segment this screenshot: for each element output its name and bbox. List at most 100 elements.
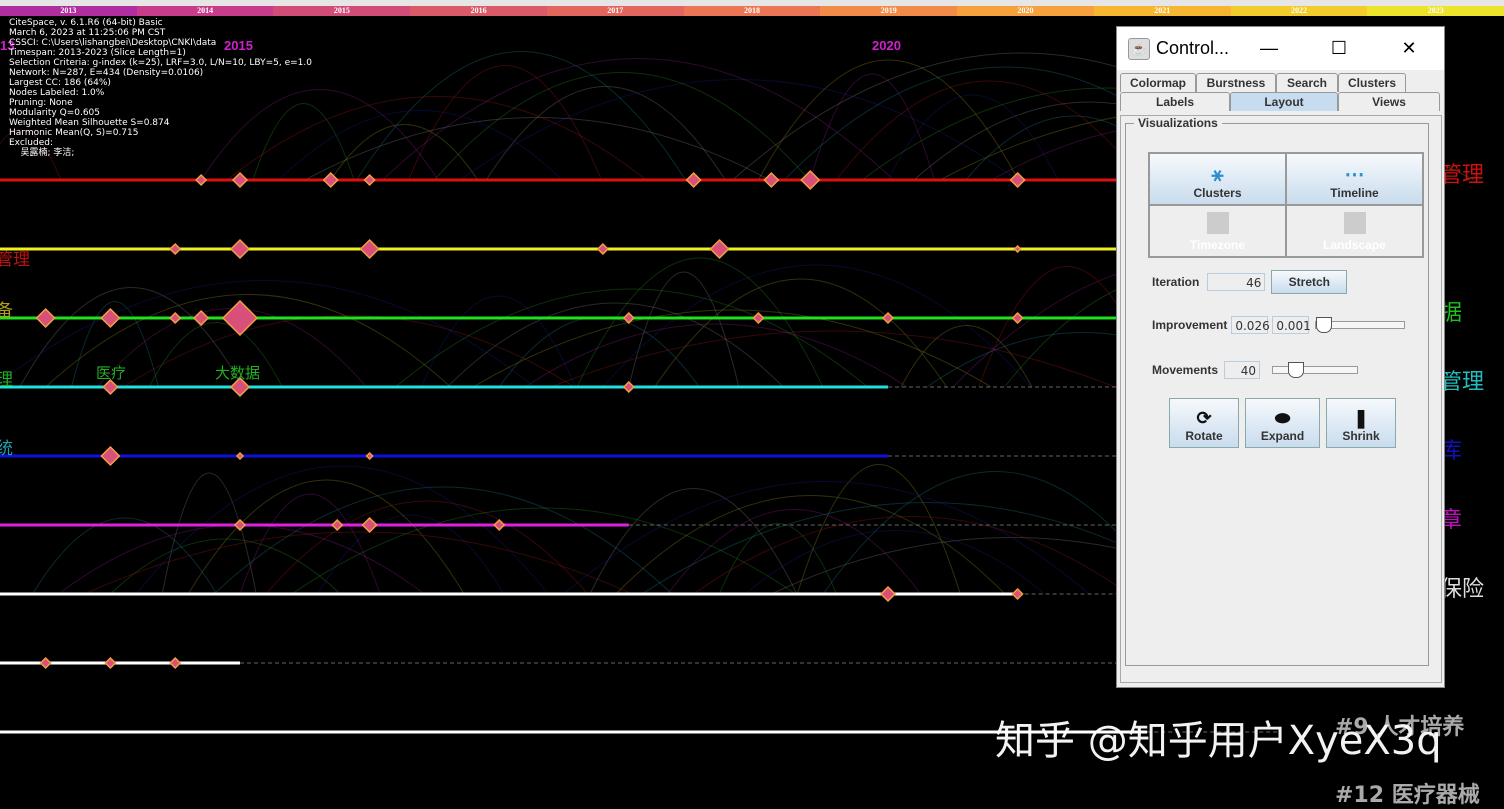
java-icon: ☕ bbox=[1128, 37, 1150, 60]
window-title: Control... bbox=[1156, 38, 1230, 58]
year-cell: 2021 bbox=[1093, 6, 1231, 16]
node[interactable] bbox=[322, 171, 339, 189]
node[interactable] bbox=[622, 380, 635, 394]
tab-colormap[interactable]: Colormap bbox=[1120, 73, 1196, 92]
tab-layout[interactable]: Layout bbox=[1230, 92, 1338, 111]
close-button[interactable]: ✕ bbox=[1374, 38, 1444, 59]
cluster-label-left: 管理 bbox=[0, 250, 30, 270]
node[interactable] bbox=[169, 242, 182, 256]
expand-button[interactable]: ⬬ Expand bbox=[1245, 398, 1320, 448]
improvement-threshold-field[interactable]: 0.001 bbox=[1272, 316, 1311, 334]
node[interactable] bbox=[709, 238, 730, 260]
citation-arc bbox=[19, 287, 244, 388]
movements-label: Movements bbox=[1152, 363, 1219, 377]
cluster-label: #12 医疗器械 bbox=[1335, 783, 1480, 808]
info-line: Pruning: None bbox=[9, 98, 73, 108]
node[interactable] bbox=[169, 656, 182, 670]
node[interactable] bbox=[229, 238, 251, 260]
node[interactable] bbox=[1009, 171, 1026, 189]
button-label: Shrink bbox=[1342, 429, 1380, 443]
citation-arc bbox=[58, 524, 425, 595]
expand-icon: ⬬ bbox=[1274, 408, 1291, 428]
node[interactable] bbox=[363, 173, 376, 187]
node[interactable] bbox=[193, 309, 210, 327]
cluster-label: 管理 bbox=[1440, 370, 1485, 395]
rotate-icon: ⟳ bbox=[1196, 408, 1212, 428]
node[interactable] bbox=[195, 173, 208, 187]
info-line: CSSCI: C:\Users\lishangbei\Desktop\CNKI\… bbox=[9, 38, 217, 48]
node[interactable] bbox=[221, 299, 259, 337]
stretch-button[interactable]: Stretch bbox=[1271, 270, 1348, 294]
node[interactable] bbox=[879, 585, 897, 603]
tab-search[interactable]: Search bbox=[1276, 73, 1338, 92]
node[interactable] bbox=[361, 516, 378, 534]
citation-arc bbox=[654, 278, 948, 388]
improvement-slider[interactable] bbox=[1315, 317, 1406, 333]
citation-arc bbox=[0, 280, 536, 388]
iteration-label: Iteration bbox=[1152, 275, 1200, 289]
rotate-button[interactable]: ⟳ Rotate bbox=[1169, 398, 1239, 448]
node[interactable] bbox=[596, 242, 609, 256]
citation-arc bbox=[382, 58, 894, 181]
node[interactable] bbox=[685, 171, 702, 189]
movements-slider[interactable] bbox=[1272, 362, 1359, 378]
network-summary: CiteSpace, v. 6.1.R6 (64-bit) Basic March… bbox=[9, 18, 312, 158]
info-line: Weighted Mean Silhouette S=0.874 bbox=[9, 118, 170, 128]
node[interactable] bbox=[169, 311, 182, 325]
button-label: Landscape bbox=[1323, 238, 1386, 252]
info-line: Harmonic Mean(Q, S)=0.715 bbox=[9, 128, 139, 138]
year-cell: 2017 bbox=[546, 6, 684, 16]
info-line: 吴露楠; 李洁; bbox=[9, 148, 75, 158]
tab-views[interactable]: Views bbox=[1338, 92, 1440, 111]
node[interactable] bbox=[1011, 311, 1024, 325]
year-cell: 2013 bbox=[0, 6, 137, 16]
slider-thumb[interactable] bbox=[1316, 317, 1333, 333]
visualizations-group: Visualizations ⚹ Clusters ⋯ Timeline Timez… bbox=[1125, 116, 1429, 666]
cluster-label-left: 理 bbox=[0, 370, 13, 390]
node[interactable] bbox=[763, 171, 780, 189]
info-line: Nodes Labeled: 1.0% bbox=[9, 88, 105, 98]
info-line: Network: N=287, E=434 (Density=0.0106) bbox=[9, 68, 204, 78]
node[interactable] bbox=[331, 518, 344, 532]
node[interactable] bbox=[359, 238, 380, 260]
node[interactable] bbox=[365, 451, 374, 461]
minimize-button[interactable]: — bbox=[1234, 38, 1304, 59]
iteration-field[interactable]: 46 bbox=[1207, 273, 1266, 291]
year-cell: 2020 bbox=[957, 6, 1094, 16]
citation-arc bbox=[110, 538, 341, 595]
info-line: Excluded: bbox=[9, 138, 54, 148]
node[interactable] bbox=[235, 451, 245, 461]
node[interactable] bbox=[752, 311, 765, 325]
citation-arc bbox=[317, 514, 505, 595]
clusters-view-button[interactable]: ⚹ Clusters bbox=[1149, 153, 1286, 205]
node[interactable] bbox=[231, 171, 249, 189]
info-line: Modularity Q=0.605 bbox=[9, 108, 101, 118]
node[interactable] bbox=[35, 307, 56, 329]
timeline-icon: ⋯ bbox=[1344, 164, 1365, 186]
citation-arc bbox=[32, 517, 218, 595]
tab-clusters[interactable]: Clusters bbox=[1338, 73, 1406, 92]
node[interactable] bbox=[39, 656, 52, 670]
citation-arc bbox=[408, 65, 602, 181]
timeline-view-button[interactable]: ⋯ Timeline bbox=[1286, 153, 1423, 205]
year-cell: 2016 bbox=[410, 6, 547, 16]
shrink-button[interactable]: ❚ Shrink bbox=[1326, 398, 1396, 448]
timezone-icon bbox=[1206, 212, 1229, 234]
citation-arc bbox=[265, 500, 589, 595]
node[interactable] bbox=[104, 656, 117, 670]
improvement-field[interactable]: 0.026 bbox=[1231, 316, 1270, 334]
maximize-button[interactable]: ☐ bbox=[1304, 38, 1374, 59]
clusters-icon: ⚹ bbox=[1211, 164, 1224, 186]
movements-field[interactable]: 40 bbox=[1224, 361, 1261, 379]
slider-thumb[interactable] bbox=[1287, 362, 1304, 378]
year-cell: 2015 bbox=[273, 6, 411, 16]
tab-labels[interactable]: Labels bbox=[1120, 92, 1230, 111]
shrink-icon: ❚ bbox=[1353, 408, 1369, 428]
citation-arc bbox=[485, 86, 726, 181]
node[interactable] bbox=[100, 445, 121, 467]
node[interactable] bbox=[1013, 244, 1022, 254]
title-bar[interactable]: ☕ Control... — ☐ ✕ bbox=[1117, 27, 1444, 70]
tab-burstness[interactable]: Burstness bbox=[1196, 73, 1276, 92]
year-cell: 2019 bbox=[820, 6, 958, 16]
node[interactable] bbox=[1011, 587, 1024, 601]
